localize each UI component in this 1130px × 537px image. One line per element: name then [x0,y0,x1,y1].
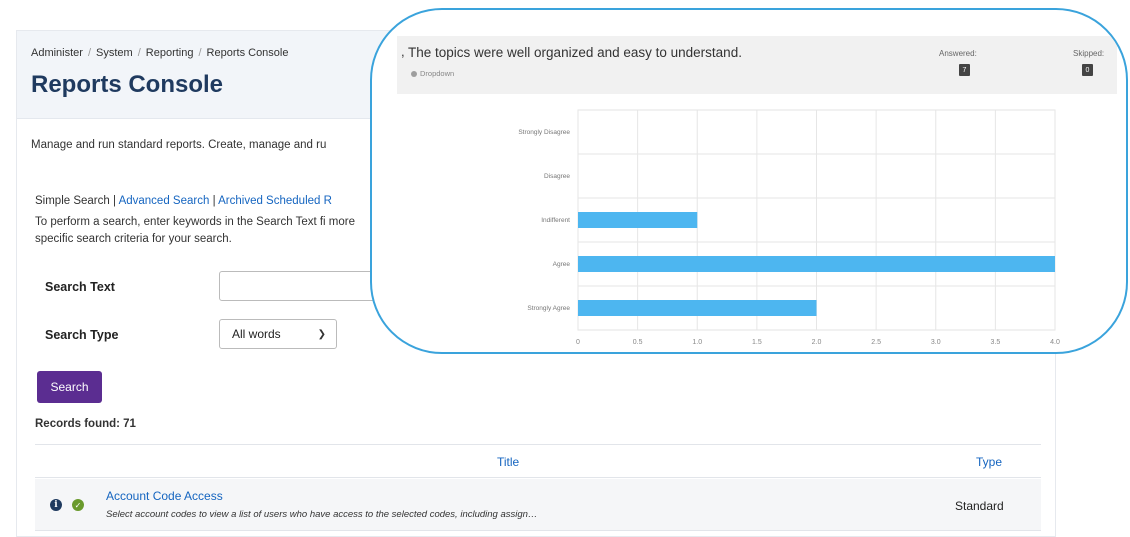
x-tick-label: 4.0 [1050,339,1060,346]
breadcrumb-reports-console: Reports Console [206,47,289,59]
search-mode-links: Simple Search | Advanced Search | Archiv… [35,195,332,207]
report-title-link[interactable]: Account Code Access [106,489,223,503]
info-icon[interactable]: i [50,499,62,511]
bar [578,300,817,316]
y-category-label: Agree [553,261,571,268]
chevron-down-icon: ❯ [317,328,326,340]
search-help-text: To perform a search, enter keywords in t… [35,216,356,245]
column-header-type[interactable]: Type [976,455,1002,469]
zoomed-survey-result-panel: , The topics were well organized and eas… [370,8,1128,354]
table-row: i ✓ Account Code Access Select account c… [35,479,1041,531]
y-category-label: Disagree [544,173,570,180]
bar [578,212,698,228]
x-tick-label: 1.0 [692,339,702,346]
breadcrumb-administer[interactable]: Administer [31,47,83,59]
bar [578,256,1055,272]
breadcrumb-reporting[interactable]: Reporting [146,47,194,59]
simple-search-label: Simple Search [35,195,110,207]
check-circle-icon: ✓ [72,499,84,511]
breadcrumb: Administer / System / Reporting / Report… [31,47,288,59]
x-tick-label: 1.5 [752,339,762,346]
link-separator: | [113,195,116,207]
search-button[interactable]: Search [37,371,102,403]
search-type-select[interactable]: All words ❯ [219,319,337,349]
breadcrumb-system[interactable]: System [96,47,133,59]
records-found: Records found: 71 [35,418,136,430]
y-category-label: Strongly Agree [527,305,570,312]
x-tick-label: 2.0 [812,339,822,346]
x-tick-label: 0.5 [633,339,643,346]
x-tick-label: 0 [576,339,580,346]
search-type-label: Search Type [45,328,119,342]
y-category-label: Strongly Disagree [518,129,570,136]
search-type-value: All words [232,327,281,341]
table-header: Title Type [35,444,1041,478]
x-tick-label: 2.5 [871,339,881,346]
link-separator: | [212,195,216,207]
x-tick-label: 3.5 [991,339,1001,346]
column-header-title[interactable]: Title [497,455,519,469]
advanced-search-link[interactable]: Advanced Search [119,195,210,207]
search-text-label: Search Text [45,280,115,294]
y-category-label: Indifferent [541,217,570,224]
archived-scheduled-reports-link[interactable]: Archived Scheduled R [218,195,332,207]
page-title: Reports Console [31,71,224,98]
report-type: Standard [955,499,1004,513]
response-bar-chart: 0 0.5 1.0 1.5 2.0 2.5 3.0 3.5 4.0 Strongly Disagr… [518,109,1060,346]
breadcrumb-separator: / [87,47,92,59]
page-description: Manage and run standard reports. Create,… [31,139,327,151]
x-tick-label: 3.0 [931,339,941,346]
breadcrumb-separator: / [137,47,141,59]
report-description: Select account codes to view a list of u… [106,509,538,520]
breadcrumb-separator: / [198,47,202,59]
